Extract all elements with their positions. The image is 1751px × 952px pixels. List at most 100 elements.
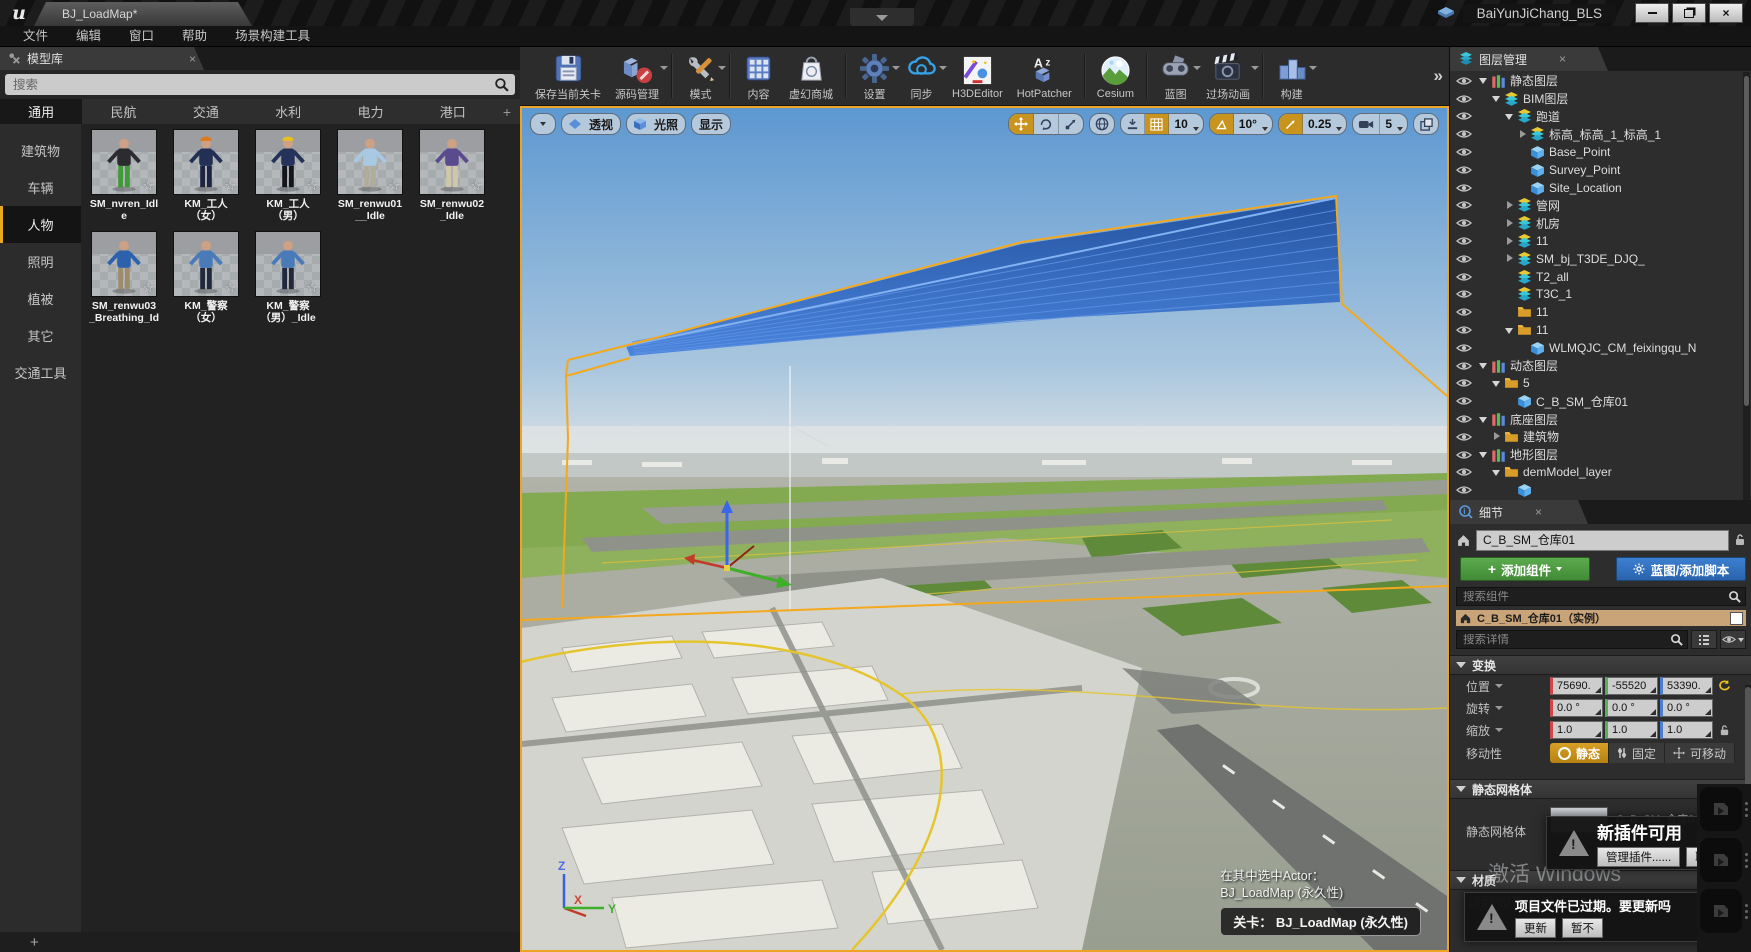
- layer-row-Base_Point[interactable]: Base_Point: [1450, 143, 1744, 161]
- layer-row-Site_Location[interactable]: Site_Location: [1450, 179, 1744, 197]
- library-item-SM_renwu03[interactable]: ☆ SM_renwu03 _Breathing_Id: [83, 232, 165, 324]
- expand-arrow-icon[interactable]: [1491, 467, 1502, 478]
- mobility-可移动[interactable]: 可移动: [1665, 743, 1735, 763]
- eye-visibility-icon[interactable]: [1456, 165, 1472, 175]
- update-project-button[interactable]: 更新: [1515, 918, 1556, 938]
- value-y[interactable]: 1.0: [1605, 721, 1658, 739]
- eye-visibility-icon[interactable]: [1456, 485, 1472, 495]
- rotation-snap-button[interactable]: [1210, 114, 1234, 134]
- layer-row-SM_bj_T3DE_DJQ_[interactable]: SM_bj_T3DE_DJQ_: [1450, 250, 1744, 268]
- item-thumbnail[interactable]: ☆: [92, 130, 156, 194]
- level-tab[interactable]: BJ_LoadMap*: [34, 2, 252, 26]
- mobility-静态[interactable]: 静态: [1550, 743, 1609, 763]
- eye-visibility-icon[interactable]: [1456, 396, 1472, 406]
- lock-icon[interactable]: [1734, 533, 1746, 547]
- expand-arrow-icon[interactable]: [1478, 449, 1489, 460]
- expand-arrow-icon[interactable]: [1504, 218, 1515, 229]
- layer-row-T2_all[interactable]: T2_all: [1450, 268, 1744, 286]
- layer-row-5[interactable]: 5: [1450, 375, 1744, 393]
- viewport[interactable]: Z X Y 透视 光照 显示: [520, 106, 1449, 952]
- tab-details[interactable]: i 细节 ×: [1450, 500, 1588, 524]
- sidebar-item-照明[interactable]: 照明: [0, 243, 81, 280]
- grid-snap-button[interactable]: [1145, 114, 1169, 134]
- library-search-input[interactable]: [5, 78, 515, 92]
- library-search[interactable]: [5, 74, 515, 95]
- eye-visibility-icon[interactable]: [1456, 361, 1472, 371]
- favorite-star-icon[interactable]: ☆: [142, 178, 154, 194]
- notification-thumbnail[interactable]: [1697, 838, 1751, 882]
- value-x[interactable]: 75690.: [1550, 677, 1603, 695]
- category-tab-民航[interactable]: 民航: [82, 99, 164, 124]
- library-item-SM_renwu02[interactable]: ☆ SM_renwu02 _Idle: [411, 130, 493, 222]
- later-button[interactable]: 暂不: [1562, 918, 1603, 938]
- expand-arrow-icon[interactable]: [1491, 431, 1502, 442]
- scale-snap-value[interactable]: 0.25: [1303, 117, 1336, 131]
- item-thumbnail[interactable]: ☆: [338, 130, 402, 194]
- eye-visibility-icon[interactable]: [1456, 450, 1472, 460]
- instance-checkbox[interactable]: [1730, 612, 1743, 625]
- expand-arrow-icon[interactable]: [1478, 360, 1489, 371]
- value-z[interactable]: 1.0: [1660, 721, 1713, 739]
- maximize-viewport-button[interactable]: [1413, 113, 1439, 135]
- minimize-button[interactable]: [1635, 3, 1669, 23]
- layer-row-C_B_SM_仓库01[interactable]: C_B_SM_仓库01: [1450, 392, 1744, 410]
- actor-name-field[interactable]: [1476, 530, 1729, 551]
- eye-visibility-icon[interactable]: [1456, 378, 1472, 388]
- item-thumbnail[interactable]: ☆: [420, 130, 484, 194]
- layer-row-11[interactable]: 11: [1450, 303, 1744, 321]
- eye-visibility-icon[interactable]: [1456, 76, 1472, 86]
- toolbar-button-hot[interactable]: Az HotPatcher: [1010, 52, 1079, 100]
- layer-row-11[interactable]: 11: [1450, 321, 1744, 339]
- expand-arrow-icon[interactable]: [1517, 129, 1528, 140]
- library-item-KM_工人[interactable]: ☆ KM_工人 （男）: [247, 130, 329, 222]
- layer-row-底座图层[interactable]: 底座图层: [1450, 410, 1744, 428]
- toolbar-overflow-button[interactable]: »: [1434, 66, 1443, 86]
- move-tool-button[interactable]: [1009, 114, 1034, 134]
- library-tab-close-icon[interactable]: ×: [189, 52, 196, 66]
- category-tab-港口[interactable]: 港口: [412, 99, 494, 124]
- expand-arrow-icon[interactable]: [1491, 378, 1502, 389]
- add-component-button[interactable]: + 添加组件: [1460, 557, 1590, 581]
- toolbar-collapse-button[interactable]: [850, 8, 914, 28]
- favorite-star-icon[interactable]: ☆: [224, 280, 236, 296]
- menu-item-1[interactable]: 编辑: [63, 26, 114, 46]
- viewport-options-button[interactable]: [530, 113, 556, 135]
- layer-row-11[interactable]: 11: [1450, 232, 1744, 250]
- library-item-SM_nvren_Idl[interactable]: ☆ SM_nvren_Idl e: [83, 130, 165, 222]
- notification-thumbnail[interactable]: [1697, 889, 1751, 933]
- expand-arrow-icon[interactable]: [1478, 75, 1489, 86]
- eye-visibility-icon[interactable]: [1456, 94, 1472, 104]
- category-add-button[interactable]: +: [494, 99, 520, 124]
- details-close-icon[interactable]: ×: [1535, 505, 1542, 519]
- camera-speed-button[interactable]: [1353, 114, 1380, 134]
- layer-row-动态图层[interactable]: 动态图层: [1450, 357, 1744, 375]
- search-details-field[interactable]: [1456, 630, 1688, 649]
- scale-tool-button[interactable]: [1059, 114, 1083, 134]
- expand-arrow-icon[interactable]: [1504, 253, 1515, 264]
- layer-row-WLMQJC_CM_feixingqu_N[interactable]: WLMQJC_CM_feixingqu_N: [1450, 339, 1744, 357]
- manage-plugins-button[interactable]: 管理插件......: [1597, 847, 1680, 867]
- world-local-toggle[interactable]: [1090, 114, 1114, 134]
- favorite-star-icon[interactable]: ☆: [470, 178, 482, 194]
- eye-visibility-icon[interactable]: [1456, 289, 1472, 299]
- sidebar-item-植被[interactable]: 植被: [0, 280, 81, 317]
- notification-thumbnail[interactable]: [1697, 787, 1751, 831]
- eye-visibility-icon[interactable]: [1456, 325, 1472, 335]
- expand-arrow-icon[interactable]: [1478, 414, 1489, 425]
- chevron-down-icon[interactable]: [1495, 706, 1503, 710]
- toolbar-button-cine[interactable]: 过场动画: [1199, 50, 1257, 102]
- layer-manager-close-icon[interactable]: ×: [1559, 52, 1566, 66]
- sidebar-item-人物[interactable]: 人物: [0, 206, 81, 243]
- layer-row-管网[interactable]: 管网: [1450, 197, 1744, 215]
- layer-row-Survey_Point[interactable]: Survey_Point: [1450, 161, 1744, 179]
- library-item-KM_警察[interactable]: ☆ KM_警察 （男）_Idle: [247, 232, 329, 324]
- eye-visibility-icon[interactable]: [1456, 307, 1472, 317]
- favorite-star-icon[interactable]: ☆: [306, 280, 318, 296]
- expand-arrow-icon[interactable]: [1504, 325, 1515, 336]
- toolbar-button-h3d[interactable]: H3DEditor: [945, 52, 1010, 100]
- library-item-KM_警察[interactable]: ☆ KM_警察 （女）: [165, 232, 247, 324]
- eye-visibility-icon[interactable]: [1456, 343, 1472, 353]
- component-instance-row[interactable]: C_B_SM_仓库01（实例）: [1456, 610, 1746, 626]
- perspective-button[interactable]: 透视: [561, 113, 621, 135]
- sidebar-item-车辆[interactable]: 车辆: [0, 169, 81, 206]
